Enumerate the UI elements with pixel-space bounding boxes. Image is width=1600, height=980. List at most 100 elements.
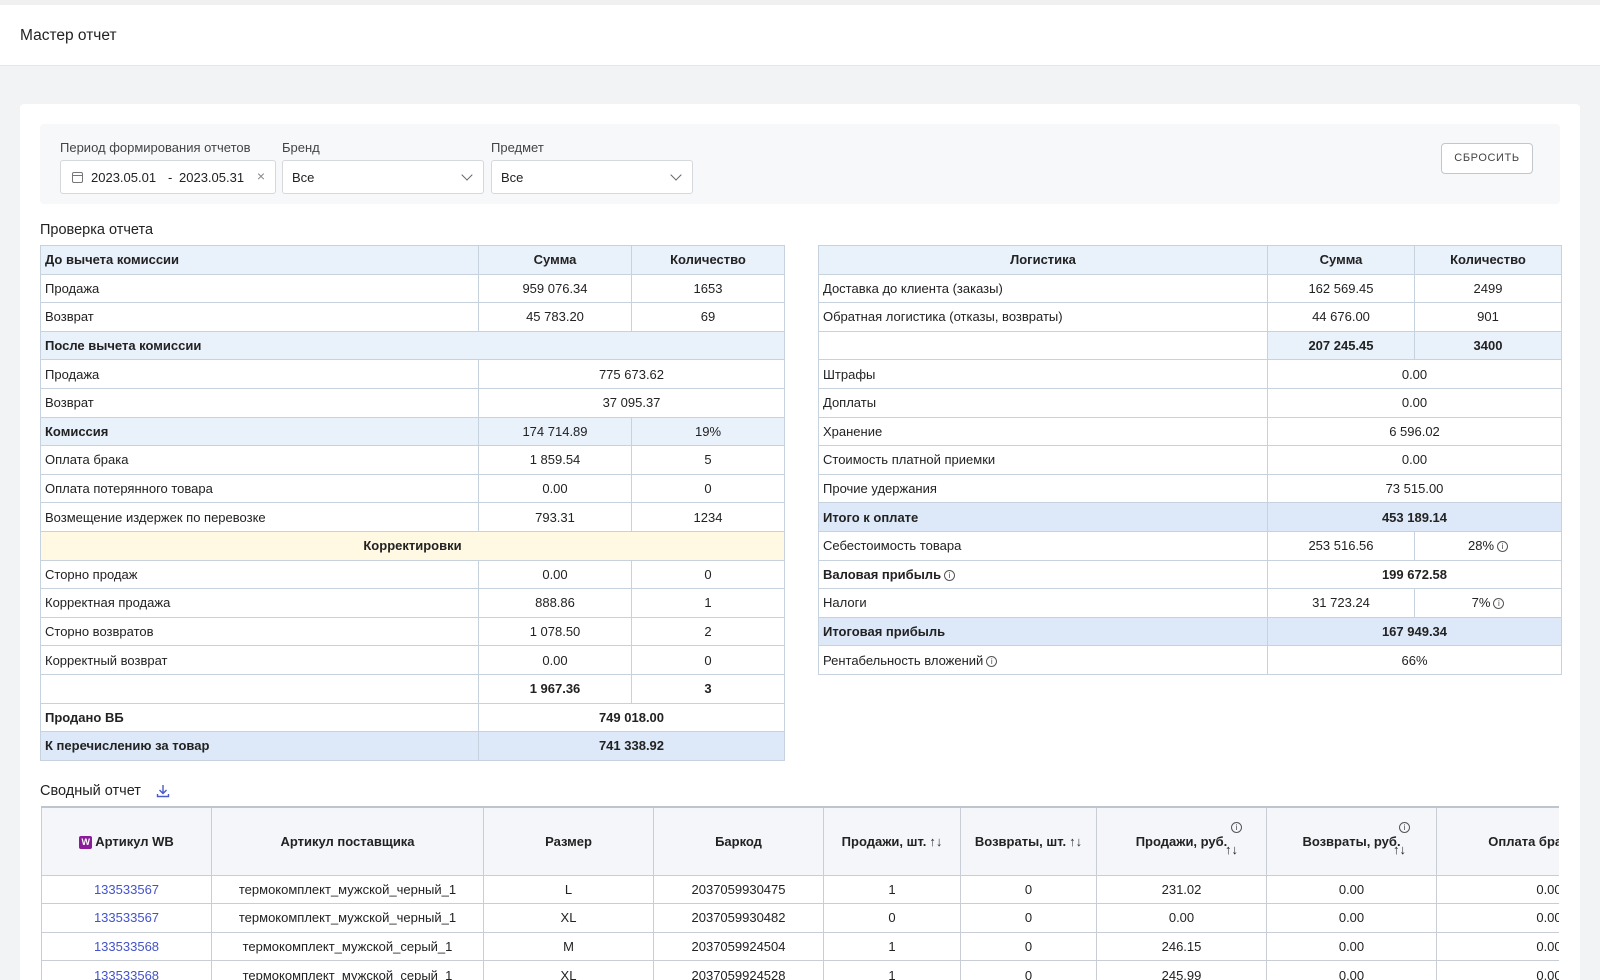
row-label: Сторно возвратов — [40, 616, 479, 647]
table-row: До вычета комиссии Сумма Количество — [40, 245, 785, 275]
column-header-sales-rub[interactable]: Продажи, руб. i ↑↓ — [1096, 806, 1267, 876]
row-label: Возврат — [40, 387, 479, 418]
table-row: Оплата потерянного товара 0.00 0 — [40, 473, 785, 504]
column-header-label: Возвраты, руб. — [1302, 833, 1401, 849]
returns-rub-cell: 0.00 — [1266, 903, 1437, 933]
info-icon[interactable]: i — [944, 569, 956, 581]
sum-cell: 749 018.00 — [478, 702, 785, 733]
period-range-picker[interactable]: 2023.05.01 - 2023.05.31 × — [60, 160, 276, 194]
info-icon[interactable]: i — [986, 655, 998, 667]
row-label: Доплаты — [818, 387, 1268, 418]
sum-cell: 37 095.37 — [478, 387, 785, 418]
sum-cell: 453 189.14 — [1267, 502, 1562, 532]
table-row: Продажа 959 076.34 1653 — [40, 273, 785, 304]
brand-select[interactable]: Все — [282, 160, 484, 194]
table-row: Продажа 775 673.62 — [40, 359, 785, 389]
row-label: Корректная продажа — [40, 588, 479, 618]
row-label: Обратная логистика (отказы, возвраты) — [818, 302, 1268, 332]
sum-cell: 73 515.00 — [1267, 473, 1562, 504]
header-cell: Сумма — [478, 245, 632, 275]
table-header-row: W Артикул WB Артикул поставщика Размер Ба… — [41, 806, 1559, 876]
sum-cell: 1 967.36 — [478, 673, 632, 704]
sales-qty-cell: 1 — [823, 931, 961, 962]
qty-cell: 1234 — [631, 502, 785, 532]
report-check-left-table: До вычета комиссии Сумма Количество Прод… — [40, 245, 785, 761]
column-header-returns-rub[interactable]: Возвраты, руб. i ↑↓ — [1266, 806, 1437, 876]
size-cell: XL — [483, 903, 654, 933]
sort-icon[interactable]: ↑↓ — [1225, 842, 1238, 857]
reset-button[interactable]: СБРОСИТЬ — [1441, 143, 1533, 174]
sum-cell: 6 596.02 — [1267, 416, 1562, 447]
wb-article-cell[interactable]: 133533567 — [41, 874, 212, 905]
barcode-cell: 2037059924504 — [653, 931, 824, 962]
wb-badge-icon: W — [79, 835, 93, 849]
supplier-article-cell: термокомплект_мужской_серый_1 — [211, 960, 484, 980]
subject-select[interactable]: Все — [491, 160, 693, 194]
barcode-cell: 2037059924528 — [653, 960, 824, 980]
info-icon[interactable]: i — [1497, 541, 1509, 553]
period-from: 2023.05.01 — [91, 170, 157, 185]
size-cell: M — [483, 931, 654, 962]
info-icon[interactable]: i — [1493, 598, 1505, 610]
row-label: Возмещение издержек по перевозке — [40, 502, 479, 532]
corrections-header: Корректировки — [40, 530, 785, 561]
sum-cell: 0.00 — [478, 559, 632, 590]
header-cell: Количество — [631, 245, 785, 275]
row-label: Итого к оплате — [818, 502, 1268, 532]
download-icon[interactable] — [156, 784, 170, 798]
table-row: Рентабельность вложений i 66% — [818, 645, 1562, 675]
column-header-label: Артикул WB — [95, 833, 174, 849]
info-icon[interactable]: i — [1399, 822, 1410, 833]
sort-icon[interactable]: ↑↓ — [929, 834, 942, 849]
row-label: Оплата потерянного товара — [40, 473, 479, 504]
defect-payment-cell: 0.00 — [1436, 960, 1559, 980]
sum-cell: 1 859.54 — [478, 445, 632, 475]
summary-table-viewport[interactable]: W Артикул WB Артикул поставщика Размер Ба… — [41, 806, 1559, 980]
subject-value: Все — [501, 170, 524, 185]
table-row: Возврат 45 783.20 69 — [40, 302, 785, 332]
column-header-label: Продажи, шт. — [841, 833, 927, 849]
qty-cell: 5 — [631, 445, 785, 475]
brand-label: Бренд — [282, 140, 320, 155]
row-label: Рентабельность вложений i — [818, 645, 1268, 675]
table-row: 133533567 термокомплект_мужской_черный_1… — [41, 903, 1559, 933]
sort-icon[interactable]: ↑↓ — [1069, 834, 1082, 849]
qty-cell: 19% — [631, 416, 785, 447]
column-header-barcode: Баркод — [653, 806, 824, 876]
empty-cell — [818, 330, 1268, 361]
top-bar: Мастер отчет — [0, 0, 1600, 66]
wb-article-link[interactable]: 133533567 — [94, 882, 159, 897]
header-cell: После вычета комиссии — [40, 330, 785, 361]
wb-article-link[interactable]: 133533568 — [94, 939, 159, 954]
sum-cell: 44 676.00 — [1267, 302, 1415, 332]
row-label: Продано ВБ — [40, 702, 479, 733]
wb-article-link[interactable]: 133533567 — [94, 910, 159, 925]
qty-cell: 2499 — [1414, 273, 1562, 304]
wb-article-cell[interactable]: 133533568 — [41, 931, 212, 962]
sales-rub-cell: 231.02 — [1096, 874, 1267, 905]
row-label: Штрафы — [818, 359, 1268, 389]
clear-icon[interactable]: × — [257, 168, 265, 184]
wb-article-cell[interactable]: 133533568 — [41, 960, 212, 980]
table-row: После вычета комиссии — [40, 330, 785, 361]
column-header-defect-payment: Оплата брака, руб. — [1436, 806, 1559, 876]
wb-article-cell[interactable]: 133533567 — [41, 903, 212, 933]
row-label: Продажа — [40, 273, 479, 304]
sales-rub-cell: 246.15 — [1096, 931, 1267, 962]
summary-title: Сводный отчет — [40, 783, 141, 799]
column-header-sales-qty[interactable]: Продажи, шт. ↑↓ — [823, 806, 961, 876]
wb-article-link[interactable]: 133533568 — [94, 968, 159, 980]
page-title: Мастер отчет — [20, 27, 117, 44]
table-row: Сторно возвратов 1 078.50 2 — [40, 616, 785, 647]
sort-icon[interactable]: ↑↓ — [1393, 842, 1406, 857]
subject-label: Предмет — [491, 140, 544, 155]
sum-cell: 167 949.34 — [1267, 616, 1562, 647]
sum-cell: 0.00 — [1267, 445, 1562, 475]
column-header-returns-qty[interactable]: Возвраты, шт. ↑↓ — [960, 806, 1097, 876]
barcode-cell: 2037059930475 — [653, 874, 824, 905]
sales-qty-cell: 1 — [823, 874, 961, 905]
info-icon[interactable]: i — [1231, 822, 1242, 833]
qty-cell: 3400 — [1414, 330, 1562, 361]
table-row: 207 245.45 3400 — [818, 330, 1562, 361]
percent-value: 28% — [1467, 538, 1495, 554]
